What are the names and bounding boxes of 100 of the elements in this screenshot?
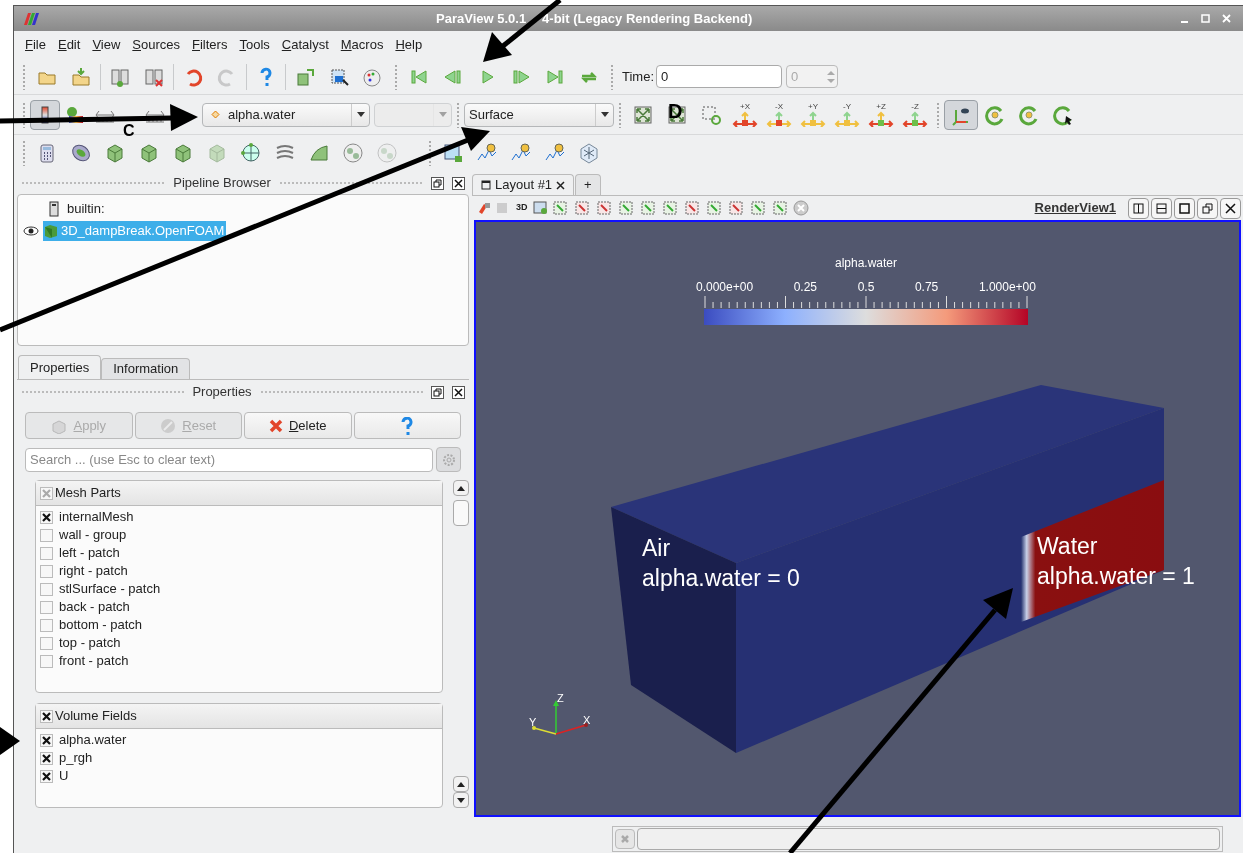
- view-name: RenderView1: [1034, 199, 1116, 218]
- annotation-arrow: [0, 727, 20, 755]
- checkbox[interactable]: [40, 564, 53, 578]
- view-mode-button[interactable]: 3D: [512, 201, 532, 215]
- scene-label: Water alpha.water = 1: [1037, 532, 1195, 591]
- legend-tick-label: 0.5: [857, 279, 875, 296]
- help-icon: [400, 416, 415, 435]
- close-icon[interactable]: [452, 176, 465, 190]
- clear-selection-icon[interactable]: [791, 199, 810, 217]
- checkbox[interactable]: [40, 769, 53, 783]
- reset-icon: [160, 417, 177, 434]
- checkbox[interactable]: [40, 510, 53, 524]
- search-field[interactable]: Search ... (use Esc to clear text): [25, 447, 433, 472]
- legend-tick-label: 1.000e+00: [978, 279, 1036, 296]
- representation-dropdown[interactable]: Surface: [464, 102, 614, 127]
- menu-item[interactable]: Filters: [187, 35, 233, 55]
- camera-direction-button[interactable]: -Y: [830, 99, 864, 130]
- split-horizontal-icon[interactable]: [1128, 197, 1149, 219]
- layout-tab[interactable]: +: [575, 174, 601, 195]
- window-title: ParaView 5.0.1: [436, 9, 527, 28]
- checkbox[interactable]: [40, 582, 53, 596]
- axis-arrows-icon: [868, 110, 894, 127]
- close-icon[interactable]: [556, 180, 566, 190]
- scroll-up-icon[interactable]: [457, 781, 465, 787]
- app-logo-icon: [22, 12, 40, 25]
- scene-label: Air alpha.water = 0: [642, 534, 800, 593]
- checkbox[interactable]: [40, 636, 53, 650]
- legend-title: alpha.water: [834, 255, 897, 272]
- float-panel-icon[interactable]: [431, 385, 444, 399]
- scroll-down-icon[interactable]: [457, 797, 465, 803]
- split-vertical-icon[interactable]: [1151, 197, 1172, 219]
- restore-icon[interactable]: [1197, 197, 1218, 219]
- float-panel-icon[interactable]: [431, 176, 444, 190]
- camera-direction-button[interactable]: +Z: [864, 99, 898, 130]
- caret-icon: [600, 112, 609, 117]
- array-name: front - patch: [59, 652, 129, 671]
- scroll-up-icon[interactable]: [457, 485, 465, 491]
- panel-title: Pipeline Browser: [173, 174, 271, 193]
- menu-item[interactable]: Catalyst: [276, 35, 334, 55]
- panel-tab[interactable]: Properties: [18, 355, 102, 379]
- axis-arrows-icon: [902, 110, 928, 127]
- camera-direction-button[interactable]: -Z: [898, 99, 932, 130]
- checkbox[interactable]: [40, 528, 53, 542]
- orientation-axes-icon[interactable]: [944, 99, 978, 130]
- annotation-letter: C: [123, 123, 135, 139]
- menu-item[interactable]: Help: [390, 35, 428, 55]
- window-title: 4-bit (Legacy Rendering Backend): [542, 9, 753, 28]
- render-view[interactable]: alpha.water 0.000e+00 0.25 0.5 0.75 1.000e+00 Air alpha.water = 0 Water alpha.water = 1 Z Y X: [474, 220, 1241, 817]
- menu-item[interactable]: Tools: [234, 35, 275, 55]
- menu-item[interactable]: File: [20, 35, 51, 55]
- array-name: back - patch: [59, 598, 130, 617]
- advanced-settings-button[interactable]: [436, 447, 461, 472]
- caret-icon: [356, 112, 365, 117]
- array-name: alpha.water: [59, 731, 127, 750]
- capture-icon[interactable]: [531, 200, 550, 216]
- delete-button[interactable]: Delete: [244, 412, 352, 439]
- panel-title: Properties: [192, 383, 252, 402]
- checkbox[interactable]: [40, 751, 53, 765]
- legend-tick-label: 0.000e+00: [696, 279, 754, 296]
- list-title: Volume Fields: [55, 707, 137, 726]
- array-name: right - patch: [59, 562, 128, 581]
- close-icon[interactable]: [452, 385, 465, 399]
- list-title: Mesh Parts: [55, 484, 121, 503]
- axis-arrows-icon: [800, 110, 826, 127]
- pipeline-item[interactable]: builtin:: [65, 199, 107, 219]
- help-button[interactable]: [353, 412, 461, 439]
- camera-direction-button[interactable]: -X: [762, 99, 796, 130]
- legend-tick-label: 0.75: [914, 279, 939, 296]
- camera-direction-button[interactable]: +Y: [796, 99, 830, 130]
- color-array-dropdown[interactable]: alpha.water: [202, 102, 370, 127]
- menu-item[interactable]: View: [87, 35, 126, 55]
- server-icon: [49, 201, 59, 217]
- checkbox[interactable]: [40, 733, 53, 747]
- legend-tick-label: 0.25: [793, 279, 818, 296]
- checkbox[interactable]: [40, 618, 53, 632]
- array-name: top - patch: [59, 634, 121, 653]
- window-icon: [481, 180, 491, 190]
- maximize-icon[interactable]: [1174, 197, 1195, 219]
- axis-arrows-icon: [766, 110, 792, 127]
- camera-direction-button[interactable]: +X: [728, 99, 762, 130]
- scroll-thumb[interactable]: [453, 500, 469, 526]
- panel-tab[interactable]: Information: [101, 358, 191, 379]
- layout-tab[interactable]: Layout #1: [472, 174, 575, 195]
- checkbox[interactable]: [40, 654, 53, 668]
- point-data-icon: [211, 110, 220, 119]
- time-label: Time:: [622, 67, 655, 86]
- menu-item[interactable]: Sources: [127, 35, 186, 55]
- cube-icon: [43, 224, 59, 238]
- array-name: U: [59, 767, 69, 786]
- menu-item[interactable]: Edit: [52, 35, 86, 55]
- menu-item[interactable]: Macros: [335, 35, 389, 55]
- checkbox[interactable]: [40, 546, 53, 560]
- clear-button[interactable]: [615, 829, 635, 849]
- caret-icon: [438, 112, 447, 117]
- eye-icon[interactable]: [23, 226, 39, 236]
- array-name: p_rgh: [59, 749, 93, 768]
- close-icon[interactable]: [1220, 197, 1241, 219]
- checkbox[interactable]: [40, 600, 53, 614]
- time-field[interactable]: 0: [656, 65, 783, 88]
- scrollbar[interactable]: [453, 480, 469, 808]
